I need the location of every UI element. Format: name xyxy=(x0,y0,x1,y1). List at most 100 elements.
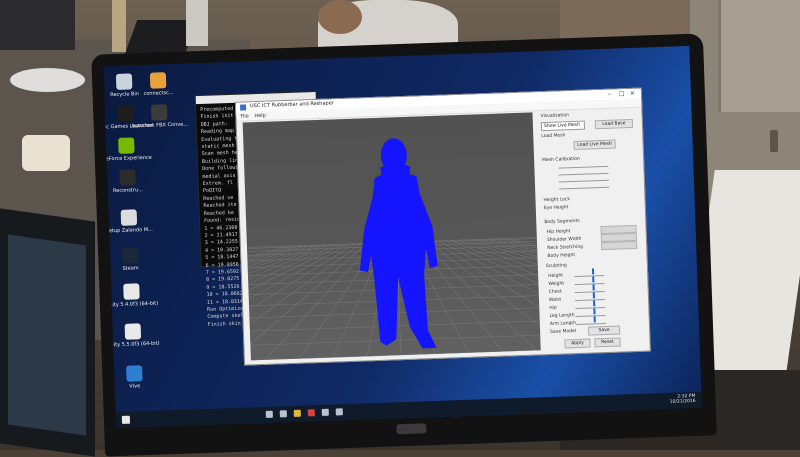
menu-help[interactable]: Help xyxy=(254,113,266,119)
figure-part xyxy=(374,276,399,346)
mouse xyxy=(10,68,85,92)
section-label: Sculpting xyxy=(545,263,567,270)
field-label: Eye Height xyxy=(543,205,569,212)
sculpt-slider[interactable] xyxy=(575,299,606,302)
unity-icon xyxy=(123,283,140,300)
desktop-shortcut[interactable]: GeForce Experience xyxy=(104,137,157,163)
sculpt-label: Chest xyxy=(548,289,562,295)
shortcut-label: GeForce Experience xyxy=(103,154,152,163)
app-icon xyxy=(149,72,167,89)
sculpt-slider[interactable] xyxy=(574,275,605,278)
windows-start-icon[interactable] xyxy=(121,415,131,424)
calibration-slider[interactable] xyxy=(558,172,609,176)
laptop-screen xyxy=(8,234,86,436)
load-base-button[interactable]: Load Base xyxy=(594,118,634,130)
save-button[interactable]: Save xyxy=(587,325,621,336)
shortcut-label: Unity 5.5.0f3 (64-bit) xyxy=(106,340,160,349)
monitor: Recycle Bin connectsc... Epic Games Launch… xyxy=(91,33,717,457)
neck-field[interactable] xyxy=(601,240,638,251)
sculpt-level xyxy=(592,292,595,299)
sculpt-slider[interactable] xyxy=(575,307,606,310)
field-label: Body Height xyxy=(547,253,576,259)
desktop-shortcut[interactable]: Reconstru... xyxy=(104,169,158,195)
shortcut-label: Reconstru... xyxy=(112,187,143,195)
field-label: Hip Height xyxy=(546,229,571,236)
calibration-slider[interactable] xyxy=(559,186,610,190)
field-label: Shoulder Width xyxy=(546,236,582,244)
clock[interactable]: 2:32 PM 10/21/2016 xyxy=(643,394,696,406)
person-head xyxy=(318,0,362,34)
menu-file[interactable]: File xyxy=(240,113,249,119)
taskbar-app-icon[interactable] xyxy=(265,410,273,418)
monitor-logo xyxy=(396,423,427,435)
shortcut-label: Unity 5.4.0f3 (64-bit) xyxy=(105,300,159,309)
autodesk-icon xyxy=(150,104,168,121)
taskbar-app-icon[interactable] xyxy=(335,408,343,416)
shortcut-label: Steam xyxy=(122,265,139,272)
desktop-shortcut[interactable]: Unity 5.4.0f3 (64-bit) xyxy=(104,282,162,308)
setup-icon xyxy=(120,209,138,226)
field-label: Save Model xyxy=(550,329,577,335)
sculpt-level xyxy=(592,276,595,283)
minimize-icon[interactable]: – xyxy=(608,91,611,98)
sculpt-level xyxy=(592,284,595,291)
app-icon xyxy=(119,169,136,186)
reset-button[interactable]: Reset xyxy=(594,337,621,348)
desktop-screen: Recycle Bin connectsc... Epic Games Launch… xyxy=(103,45,702,429)
taskbar: 2:32 PM 10/21/2016 xyxy=(115,391,702,429)
section-label: Height Lock xyxy=(543,197,571,204)
shortcut-label: Vive xyxy=(129,383,141,390)
maximize-icon[interactable]: □ xyxy=(619,90,625,97)
load-live-mesh-button[interactable]: Load Live Mesh xyxy=(573,139,616,151)
desktop-shortcut[interactable]: Steam xyxy=(104,247,161,273)
sculpt-label: Weight xyxy=(548,281,565,287)
calibration-slider[interactable] xyxy=(558,179,609,183)
3d-viewport[interactable] xyxy=(242,112,541,361)
chrome-icon[interactable] xyxy=(307,409,315,417)
steam-icon xyxy=(121,247,139,264)
figure-part xyxy=(380,163,411,184)
mug xyxy=(22,135,70,171)
desktop-shortcut[interactable]: Vive xyxy=(104,364,165,390)
sculpt-level xyxy=(593,300,596,307)
sculpt-label: Waist xyxy=(548,297,562,303)
control-panel: Visualization Show Live Mesh Load Base Load… xyxy=(536,108,647,351)
taskbar-app-icon[interactable] xyxy=(279,410,287,418)
sculpt-label: Leg Length xyxy=(549,313,575,319)
close-icon[interactable]: × xyxy=(630,90,635,97)
sculpt-slider[interactable] xyxy=(574,283,605,286)
apply-button[interactable]: Apply xyxy=(564,338,591,349)
desktop-shortcut[interactable]: Autodesk FBX Conve... xyxy=(129,103,190,129)
shortcut-label: Setup Zalando M... xyxy=(105,226,153,235)
desktop-shortcut[interactable]: Unity 5.5.0f3 (64-bit) xyxy=(104,322,164,348)
door-handle xyxy=(770,130,778,152)
sculpt-level xyxy=(593,308,596,315)
sculpt-slider[interactable] xyxy=(575,315,606,318)
avatar-figure xyxy=(359,138,438,349)
sculpt-label: Hip xyxy=(549,305,557,311)
desktop-shortcut[interactable]: Setup Zalando M... xyxy=(104,209,160,235)
sculpt-label: Arm Length xyxy=(549,321,577,327)
clock-date: 10/21/2016 xyxy=(669,398,696,405)
folder-icon[interactable] xyxy=(293,409,301,417)
bottle xyxy=(186,0,208,46)
door xyxy=(718,0,800,112)
show-mesh-dropdown[interactable]: Show Live Mesh xyxy=(540,120,586,132)
shortcut-label: connectsc... xyxy=(143,89,174,97)
taskbar-app-icon[interactable] xyxy=(321,408,329,416)
desktop-shortcut[interactable]: connectsc... xyxy=(128,71,189,97)
app-icon xyxy=(240,104,247,111)
sculpt-slider[interactable] xyxy=(575,323,606,326)
shortcut-label: Autodesk FBX Conve... xyxy=(131,121,189,130)
sculpt-slider[interactable] xyxy=(574,291,605,294)
unity-icon xyxy=(124,323,142,340)
bottle xyxy=(112,0,126,52)
calibration-slider[interactable] xyxy=(558,165,609,169)
figure-part xyxy=(398,274,437,349)
window-title: USC ICT Rubberbar and Reshaper xyxy=(249,100,334,110)
panel-header: Visualization xyxy=(540,113,570,120)
section-label: Mesh Calibration xyxy=(542,156,580,164)
sculpt-level xyxy=(593,316,596,323)
sculpt-level xyxy=(591,268,595,275)
app-window[interactable]: USC ICT Rubberbar and Reshaper – □ × Fil… xyxy=(234,87,651,366)
